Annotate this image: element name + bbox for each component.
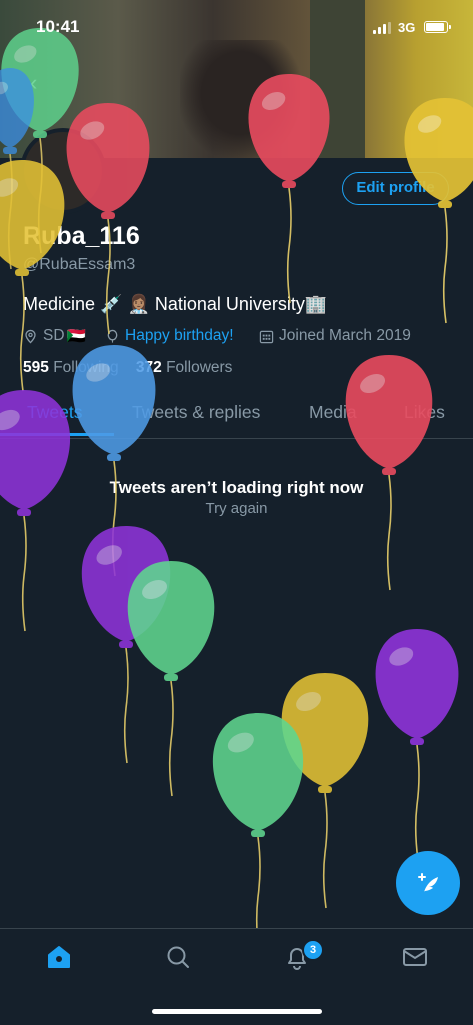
profile-name: Ruba_116 [23, 222, 140, 250]
banner-photo-subject [180, 40, 300, 158]
following-link[interactable]: 595 Following [23, 359, 119, 376]
balloon-13 [281, 673, 369, 909]
joined-text: Joined March 2019 [279, 327, 411, 344]
balloon-7 [72, 345, 156, 577]
signal-icon [373, 22, 391, 34]
balloon-8 [345, 355, 433, 591]
compose-tweet-button[interactable] [396, 851, 460, 915]
tab-media[interactable]: Media [309, 402, 357, 423]
followers-link[interactable]: 372 Followers [136, 359, 233, 376]
birthday-text[interactable]: Happy birthday! [125, 327, 234, 345]
location-flag: 🇸🇩 [66, 327, 86, 345]
balloon-icon [107, 329, 118, 343]
status-time: 10:41 [36, 17, 80, 36]
error-title: Tweets aren’t loading right now [109, 478, 364, 497]
network-type: 3G [398, 20, 416, 35]
battery-icon [424, 21, 451, 33]
profile-bio: Medicine 💉 👩🏽‍⚕️ National University🏢 [23, 294, 328, 314]
joined-item: Joined March 2019 [259, 325, 411, 347]
profile-handle: @RubaEssam3 [23, 256, 136, 273]
compose-tweet-icon [418, 873, 438, 892]
edit-profile-button[interactable]: Edit profile [342, 172, 449, 205]
tab-tweets[interactable]: Tweets [27, 402, 82, 423]
following-count: 595 [23, 359, 49, 376]
following-label: Following [53, 359, 119, 376]
messages-icon[interactable] [401, 943, 429, 971]
location-text: SD [43, 327, 65, 344]
balloon-14 [212, 713, 304, 953]
home-indicator [152, 1009, 322, 1014]
tab-tweets-replies[interactable]: Tweets & replies [132, 402, 260, 423]
birthday-item: Happy birthday! [105, 325, 234, 347]
home-icon[interactable] [45, 943, 73, 971]
search-icon[interactable] [164, 943, 192, 971]
balloon-10 [81, 526, 171, 764]
tab-likes[interactable]: Likes [404, 402, 445, 423]
notifications-badge: 3 [302, 939, 324, 961]
try-again-button[interactable]: Try again [0, 500, 473, 517]
active-tab-indicator [0, 433, 114, 436]
balloon-12 [375, 629, 459, 861]
location-item: SD 🇸🇩 [23, 325, 86, 347]
back-arrow-icon[interactable]: ‹ [30, 70, 37, 96]
bottom-navigation: 3 [0, 928, 473, 1025]
avatar[interactable] [20, 128, 106, 214]
followers-count: 372 [135, 359, 162, 376]
calendar-icon [259, 330, 274, 343]
follow-counts: 595 Following 372 Followers [23, 359, 232, 377]
location-icon [25, 329, 36, 344]
balloon-11 [127, 561, 215, 797]
followers-label: Followers [166, 359, 233, 376]
status-bar: 10:41 3G [0, 0, 473, 56]
